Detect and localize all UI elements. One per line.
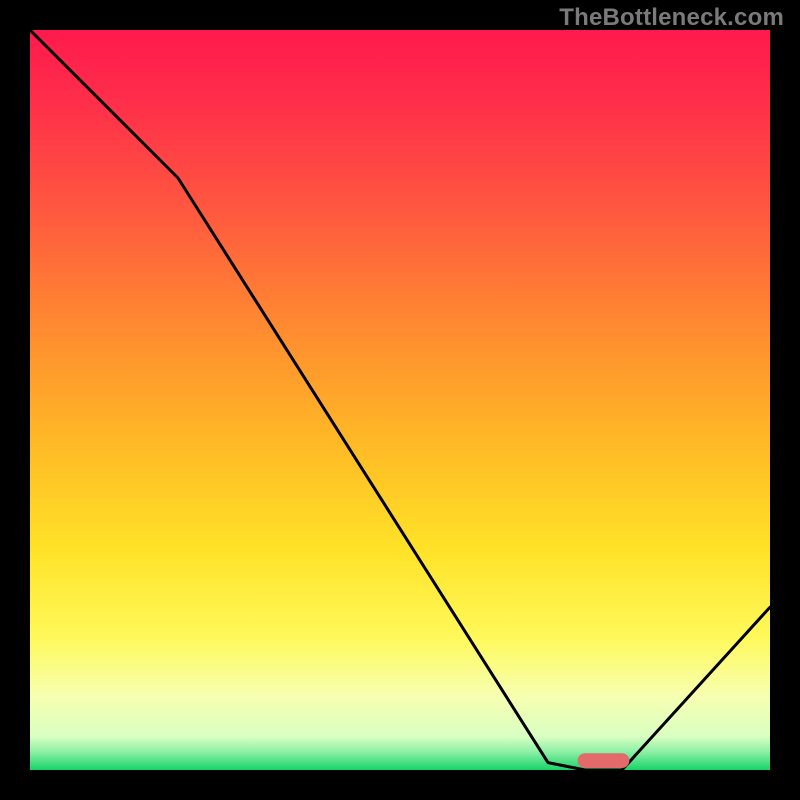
- plot-area: [30, 30, 770, 770]
- target-marker: [578, 753, 630, 768]
- chart-frame: TheBottleneck.com: [0, 0, 800, 800]
- chart-svg: [30, 30, 770, 770]
- watermark-text: TheBottleneck.com: [559, 4, 784, 32]
